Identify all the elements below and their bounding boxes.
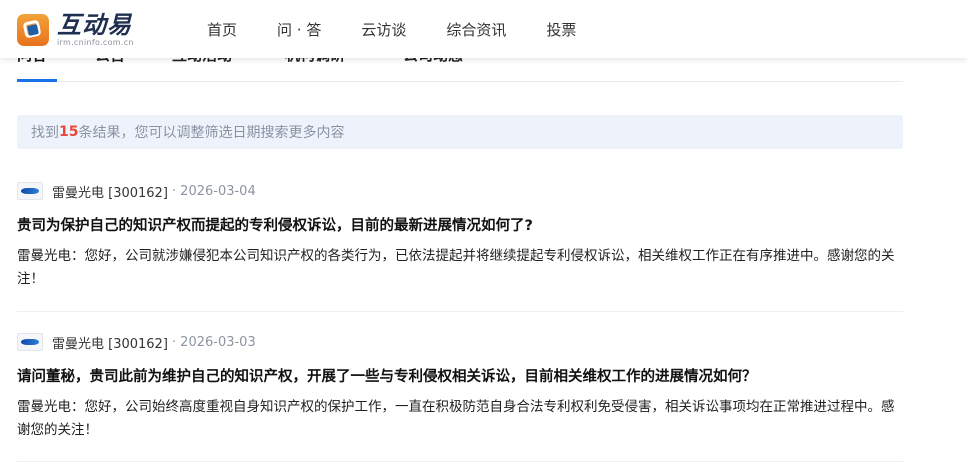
result-count: 15 <box>59 124 79 140</box>
notice-prefix: 找到 <box>31 125 59 141</box>
divider <box>17 461 903 462</box>
brand-title: 互动易 <box>57 11 132 39</box>
company-logo-mark <box>21 188 39 194</box>
qa-date: · 2026-03-03 <box>171 334 256 350</box>
page: 问答 公告 互动活动 机构调研 公司动态 互动易 irm.cninfo.com.… <box>0 0 967 473</box>
nav-vote[interactable]: 投票 <box>546 19 576 40</box>
nav-news[interactable]: 综合资讯 <box>446 19 506 40</box>
company-name[interactable]: 雷曼光电 [300162] <box>52 182 168 201</box>
qa-item: 雷曼光电 [300162] · 2026-03-04 贵司为保护自己的知识产权而… <box>17 181 903 291</box>
brand-logo[interactable]: 互动易 irm.cninfo.com.cn <box>17 12 134 48</box>
site-header: 互动易 irm.cninfo.com.cn 首页 问 · 答 云访谈 综合资讯 … <box>0 0 967 58</box>
notice-suffix: 条结果，您可以调整筛选日期搜索更多内容 <box>78 125 345 141</box>
company-logo-icon <box>17 333 43 351</box>
nav-qa[interactable]: 问 · 答 <box>277 19 321 40</box>
qa-question[interactable]: 贵司为保护自己的知识产权而提起的专利侵权诉讼，目前的最新进展情况如何了? <box>17 216 903 236</box>
search-result-notice: 找到 15 条结果，您可以调整筛选日期搜索更多内容 <box>17 115 903 149</box>
qa-meta: 雷曼光电 [300162] · 2026-03-03 <box>17 332 903 352</box>
company-logo-icon <box>17 182 43 200</box>
main-nav: 首页 问 · 答 云访谈 综合资讯 投票 <box>207 0 616 58</box>
qa-answer: 雷曼光电：您好，公司就涉嫌侵犯本公司知识产权的各类行为，已依法提起并将继续提起专… <box>17 248 895 287</box>
brand-text: 互动易 irm.cninfo.com.cn <box>57 13 134 47</box>
company-logo-mark <box>21 339 39 345</box>
company-name[interactable]: 雷曼光电 [300162] <box>52 333 168 352</box>
qa-date: · 2026-03-04 <box>171 183 256 199</box>
qa-answer: 雷曼光电：您好，公司始终高度重视自身知识产权的保护工作，一直在积极防范自身合法专… <box>17 399 895 438</box>
active-tab-indicator <box>17 79 57 82</box>
qa-item: 雷曼光电 [300162] · 2026-03-03 请问董秘，贵司此前为维护自… <box>17 332 903 442</box>
qa-question[interactable]: 请问董秘，贵司此前为维护自己的知识产权，开展了一些与专利侵权相关诉讼，目前相关维… <box>17 367 903 387</box>
brand-subtitle: irm.cninfo.com.cn <box>57 38 134 47</box>
qa-meta: 雷曼光电 [300162] · 2026-03-04 <box>17 181 903 201</box>
divider <box>17 311 903 312</box>
nav-cloud-interview[interactable]: 云访谈 <box>361 19 406 40</box>
brand-logo-icon <box>17 14 49 46</box>
nav-home[interactable]: 首页 <box>207 19 237 40</box>
